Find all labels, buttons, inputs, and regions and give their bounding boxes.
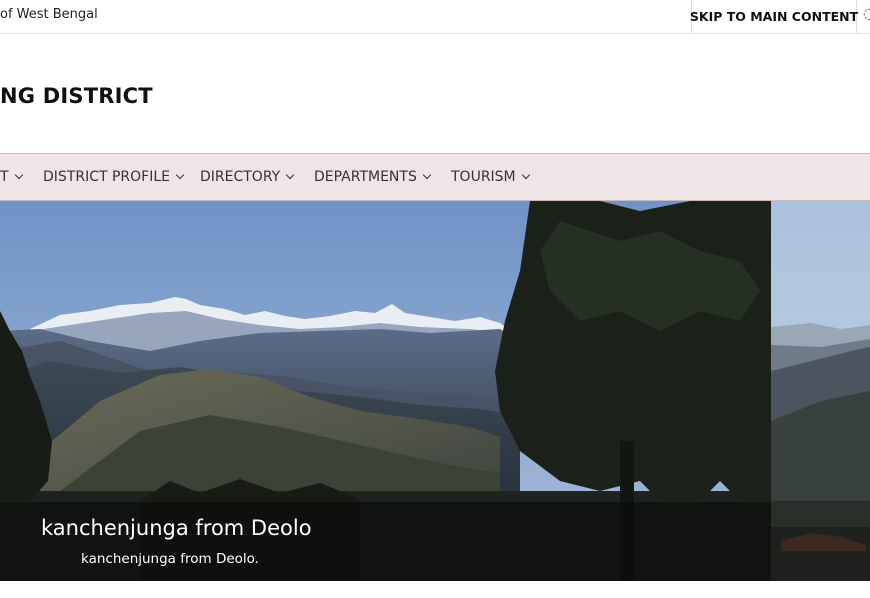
top-utility-bar: of West Bengal SKIP TO MAIN CONTENT ◌: [0, 0, 870, 34]
main-navigation: T DISTRICT PROFILE DIRECTORY DEPARTMENTS…: [0, 153, 870, 201]
slide-caption-description: kanchenjunga from Deolo.: [81, 551, 259, 567]
slide-caption-title: kanchenjunga from Deolo: [41, 516, 312, 540]
nav-item-label: DEPARTMENTS: [314, 169, 417, 185]
chevron-down-icon: [422, 170, 432, 180]
skip-to-main-content-link[interactable]: SKIP TO MAIN CONTENT: [690, 0, 858, 33]
government-label: of West Bengal: [0, 7, 98, 22]
site-title[interactable]: NG DISTRICT: [0, 84, 153, 108]
nav-item-directory[interactable]: DIRECTORY: [200, 154, 295, 200]
nav-item-tourism[interactable]: TOURISM: [451, 154, 530, 200]
nav-item-departments[interactable]: DEPARTMENTS: [314, 154, 432, 200]
chevron-down-icon: [521, 170, 530, 180]
nav-item-partial[interactable]: T: [0, 154, 23, 200]
slide-next-caption-overlay: [771, 527, 870, 581]
slide-next-preview[interactable]: [771, 201, 870, 581]
slide-photo-next: [771, 201, 870, 581]
hero-slider[interactable]: kanchenjunga from Deolo kanchenjunga fro…: [0, 201, 870, 581]
chevron-down-icon: [285, 170, 295, 180]
slide-caption: kanchenjunga from Deolo kanchenjunga fro…: [0, 502, 771, 581]
nav-item-label: T: [0, 169, 9, 185]
nav-item-label: DISTRICT PROFILE: [43, 169, 170, 185]
chevron-down-icon: [14, 170, 23, 180]
accessibility-icon[interactable]: ◌: [863, 6, 870, 22]
nav-item-district-profile[interactable]: DISTRICT PROFILE: [43, 154, 185, 200]
chevron-down-icon: [175, 170, 185, 180]
slide-current[interactable]: kanchenjunga from Deolo kanchenjunga fro…: [0, 201, 771, 581]
nav-item-label: DIRECTORY: [200, 169, 281, 185]
nav-item-label: TOURISM: [451, 169, 516, 185]
